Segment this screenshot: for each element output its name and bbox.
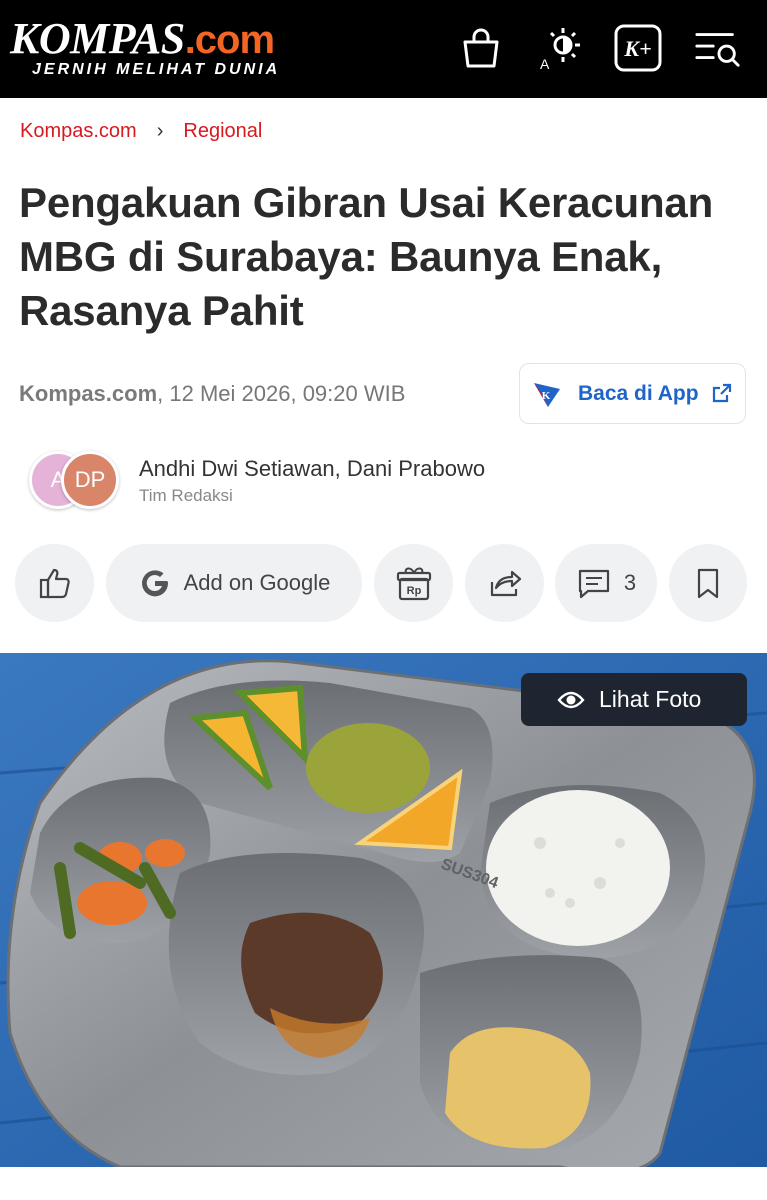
bookmark-icon xyxy=(697,568,719,599)
avatar: DP xyxy=(61,451,119,509)
article-title: Pengakuan Gibran Usai Keracunan MBG di S… xyxy=(19,179,714,334)
add-on-google-label: Add on Google xyxy=(183,570,331,595)
svg-text:K: K xyxy=(542,390,551,402)
gift-button[interactable]: Rp xyxy=(374,544,453,622)
article-source: Kompas.com xyxy=(19,381,158,406)
chevron-right-icon: › xyxy=(156,120,164,142)
breadcrumb: Kompas.com › Regional xyxy=(20,120,262,143)
comments-count: 3 xyxy=(623,570,637,595)
bookmark-button[interactable] xyxy=(669,544,747,622)
logo-tagline: JERNIH MELIHAT DUNIA xyxy=(32,61,281,78)
like-button[interactable] xyxy=(15,544,94,622)
food-tray-illustration: SUS304 xyxy=(0,653,767,1167)
kompas-app-icon: K xyxy=(534,382,560,407)
kplus-label: K+ xyxy=(623,36,651,61)
read-in-app-button[interactable]: K Baca di App xyxy=(519,363,746,424)
top-header: KOMPAS.com JERNIH MELIHAT DUNIA A K+ xyxy=(0,0,767,98)
comments-button[interactable]: 3 xyxy=(555,544,657,622)
breadcrumb-home-link[interactable]: Kompas.com xyxy=(20,120,137,143)
display-mode-icon[interactable]: A xyxy=(536,24,584,72)
article-meta: Kompas.com, 12 Mei 2026, 09:20 WIB xyxy=(19,381,405,407)
article-photo[interactable]: SUS304 xyxy=(0,653,767,1167)
svg-text:Rp: Rp xyxy=(406,585,421,597)
svg-text:A: A xyxy=(540,56,550,71)
logo-text: KOMPAS xyxy=(10,14,185,63)
comment-icon xyxy=(578,569,609,599)
kompas-logo[interactable]: KOMPAS.com JERNIH MELIHAT DUNIA xyxy=(10,16,280,79)
kplus-icon[interactable]: K+ xyxy=(614,24,662,72)
thumbs-up-icon xyxy=(39,568,70,599)
google-g-icon xyxy=(141,570,168,597)
article-date: , 12 Mei 2026, 09:20 WIB xyxy=(157,381,406,406)
add-on-google-button[interactable]: Add on Google xyxy=(106,544,362,622)
read-in-app-label: Baca di App xyxy=(578,381,699,405)
gift-rp-icon: Rp xyxy=(396,567,431,601)
logo-dotcom: .com xyxy=(184,18,275,62)
author-team: Tim Redaksi xyxy=(139,486,233,505)
breadcrumb-section-link[interactable]: Regional xyxy=(183,120,262,143)
shopping-bag-icon[interactable] xyxy=(457,24,505,72)
author-avatars: A DP xyxy=(29,451,129,511)
external-link-icon xyxy=(712,383,732,403)
eye-icon xyxy=(557,691,585,708)
author-names[interactable]: Andhi Dwi Setiawan, Dani Prabowo xyxy=(139,456,485,482)
view-photo-button[interactable]: Lihat Foto xyxy=(521,673,747,726)
search-menu-icon[interactable] xyxy=(694,24,742,72)
view-photo-label: Lihat Foto xyxy=(599,686,702,712)
share-button[interactable] xyxy=(465,544,544,622)
share-icon xyxy=(490,570,521,597)
